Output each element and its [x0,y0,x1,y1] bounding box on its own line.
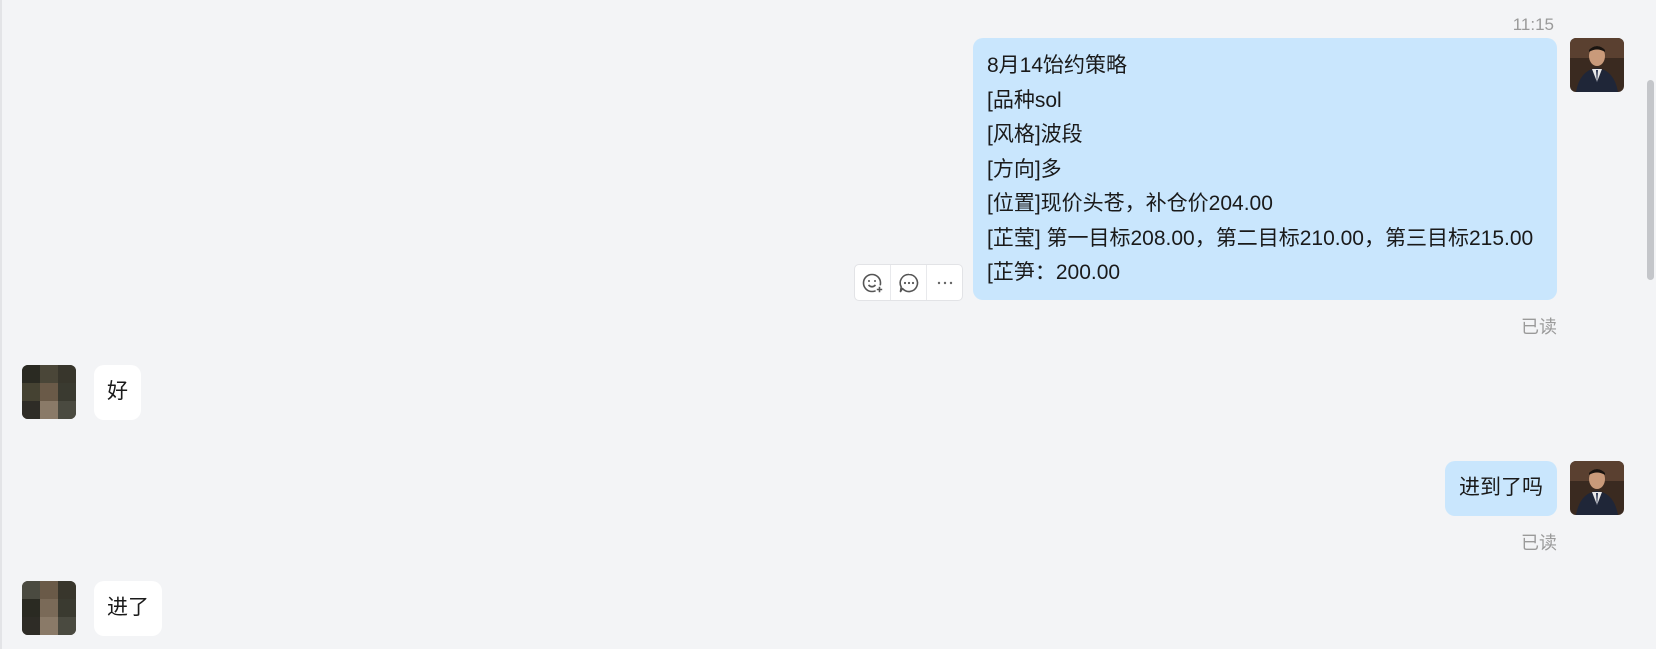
ellipsis-icon [937,281,952,284]
emoji-plus-icon [862,273,884,294]
message-timestamp: 11:15 [1512,15,1554,34]
read-receipt: 已读 [1521,317,1557,337]
blurred-avatar-icon [22,581,76,635]
strategy-message-bubble[interactable]: 8月14饴约策略 [品种sol [风格]波段 [方向]多 [位置]现价头苍，补仓… [973,38,1557,300]
more-options-button[interactable] [927,265,962,300]
read-receipt: 已读 [1521,533,1557,553]
my-avatar[interactable] [1570,38,1624,92]
person-in-suit-icon [1570,38,1624,92]
add-reaction-button[interactable] [855,265,891,300]
incoming-message-bubble[interactable]: 进了 [94,581,162,636]
comment-icon [898,273,918,292]
message-line: [芷笋：200.00 [987,261,1121,284]
outgoing-message-bubble[interactable]: 进到了吗 [1445,461,1557,516]
contact-avatar[interactable] [22,581,76,635]
message-line: [风格]波段 [987,123,1083,146]
quote-reply-button[interactable] [891,265,927,300]
message-line: 8月14饴约策略 [987,54,1128,77]
message-line: [位置]现价头苍，补仓价204.00 [987,192,1273,215]
message-text: 进了 [107,596,149,619]
contact-avatar[interactable] [22,365,76,419]
vertical-scrollbar[interactable] [1647,80,1654,280]
message-text: 进到了吗 [1459,476,1543,499]
person-in-suit-icon [1570,461,1624,515]
my-avatar[interactable] [1570,461,1624,515]
message-action-toolbar [854,264,963,301]
blurred-avatar-icon [22,365,76,419]
message-line: [方向]多 [987,157,1062,181]
message-text: 好 [107,380,128,403]
chat-message-area: 11:15 8月14饴约策略 [品种sol [风格]波段 [方向]多 [位置]现… [0,0,1656,649]
incoming-message-bubble[interactable]: 好 [94,365,141,420]
message-line: [芷莹] 第一目标208.00，第二目标210.00，第三目标215.00 [987,226,1534,250]
message-line: [品种sol [987,88,1062,112]
